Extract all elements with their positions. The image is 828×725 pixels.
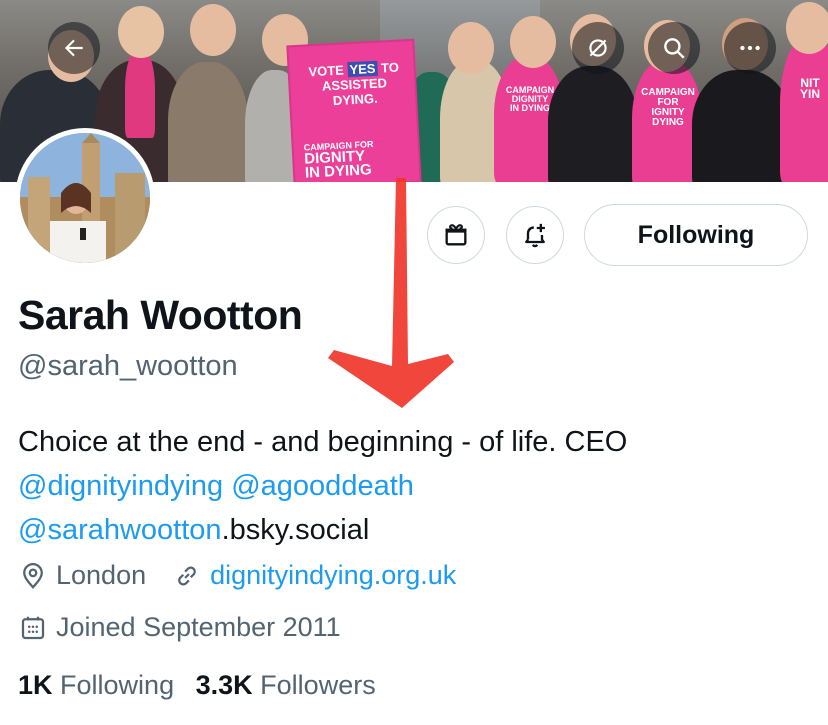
banner-person <box>548 66 638 182</box>
profile-stats: 1K Following 3.3K Followers <box>18 670 376 701</box>
bio-mention-sarahwootton[interactable]: @sarahwootton <box>18 514 222 546</box>
profile-joined-date: Joined September 2011 <box>56 612 341 642</box>
search-icon <box>664 38 685 59</box>
profile-meta-row: London dignityindying.org.uk <box>18 560 456 591</box>
following-stat[interactable]: 1K Following <box>18 670 174 700</box>
bio-mention-dignityindying[interactable]: @dignityindying <box>18 470 223 502</box>
profile-bio: Choice at the end - and beginning - of l… <box>18 420 818 552</box>
bio-line: @dignityindying @agooddeath <box>18 464 818 508</box>
annotation-arrow <box>328 178 454 408</box>
sign-text: ASSISTED <box>321 75 388 94</box>
location-icon <box>23 562 43 589</box>
profile-name: Sarah Wootton <box>18 292 303 338</box>
sign-campaign-big: DIGNITY IN DYING <box>304 147 415 181</box>
banner-person <box>168 62 248 182</box>
back-arrow-icon <box>64 39 83 57</box>
notification-add-icon <box>525 223 545 248</box>
calendar-icon <box>21 616 45 639</box>
sign-text: TO <box>377 59 400 76</box>
avatar[interactable] <box>15 128 155 268</box>
profile-website-link[interactable]: dignityindying.org.uk <box>210 560 456 591</box>
banner-person-head <box>118 6 164 58</box>
following-label: Following <box>60 670 175 700</box>
avatar-photo-illustration <box>20 133 150 263</box>
followers-count: 3.3K <box>195 670 253 700</box>
profile-location: London <box>56 560 147 590</box>
avatar-image <box>20 133 150 263</box>
more-button[interactable] <box>724 22 776 74</box>
more-icon <box>740 45 760 51</box>
banner-person-head <box>448 22 494 74</box>
translate-off-button[interactable] <box>572 22 624 74</box>
bio-mention-agooddeath[interactable]: @agooddeath <box>231 470 414 502</box>
campaign-sign: VOTE YES TO ASSISTED DYING. CAMPAIGN FOR… <box>288 40 420 182</box>
sign-text-yes: YES <box>347 60 378 78</box>
link-icon <box>178 566 196 585</box>
sign-text: DYING. <box>332 90 378 109</box>
profile-handle: @sarah_wootton <box>18 350 238 382</box>
banner-person <box>780 36 828 182</box>
sign-headline: VOTE YES TO ASSISTED DYING. <box>299 59 409 110</box>
translate-off-icon <box>589 39 607 57</box>
followers-label: Followers <box>260 670 376 700</box>
hoodie-print: CAMPAIGN FOR IGNITY DYING <box>641 87 695 128</box>
hoodie-print: NIT YIN <box>799 76 820 101</box>
bio-text: .bsky.social <box>221 514 370 546</box>
following-count: 1K <box>18 670 53 700</box>
banner-person-head <box>510 16 556 68</box>
notification-subscribe-button[interactable] <box>506 206 564 264</box>
banner-person <box>692 70 792 182</box>
bio-line: Choice at the end - and beginning - of l… <box>18 426 628 458</box>
followers-stat[interactable]: 3.3K Followers <box>196 670 376 700</box>
banner-person <box>125 48 155 138</box>
banner-person-head <box>786 2 828 54</box>
following-button[interactable]: Following <box>584 204 808 266</box>
search-button[interactable] <box>648 22 700 74</box>
back-button[interactable] <box>48 22 100 74</box>
bio-line: @sarahwootton.bsky.social <box>18 508 818 552</box>
banner-person-head <box>190 4 236 56</box>
profile-joined-row: Joined September 2011 <box>18 612 341 643</box>
